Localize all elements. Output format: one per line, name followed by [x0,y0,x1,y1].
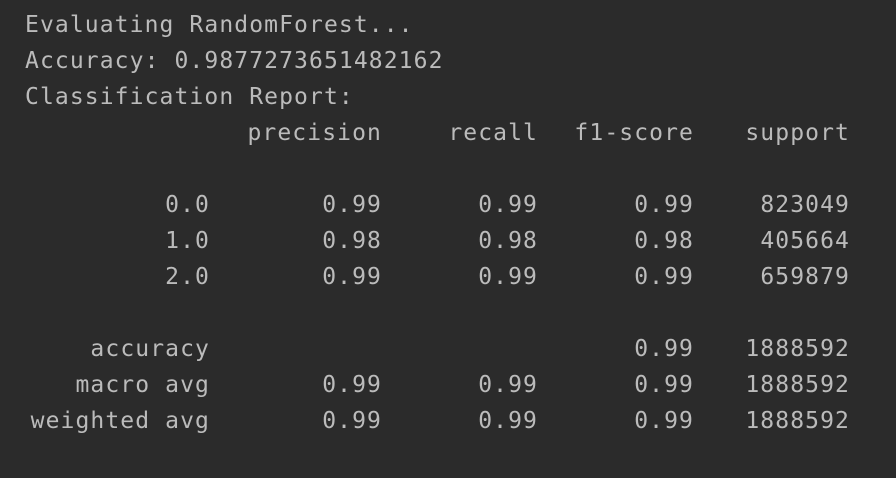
row-recall: 0.99 [478,264,538,290]
row-precision: 0.99 [322,192,382,218]
summary-label: macro avg [75,372,210,398]
summary-precision: 0.99 [322,408,382,434]
report-row: 0.0 0.99 0.99 0.99 823049 [0,187,896,223]
header-recall: recall [448,120,538,146]
summary-support: 1888592 [745,372,850,398]
row-f1-score: 0.99 [634,264,694,290]
summary-f1-score: 0.99 [634,372,694,398]
console-line-report-title: Classification Report: [25,84,354,110]
row-label: 1.0 [165,228,210,254]
summary-f1-score: 0.99 [634,336,694,362]
console-line-accuracy: Accuracy: 0.9877273651482162 [25,48,444,74]
console-line-evaluating: Evaluating RandomForest... [25,12,414,38]
row-f1-score: 0.98 [634,228,694,254]
summary-support: 1888592 [745,408,850,434]
summary-label: weighted avg [30,408,210,434]
report-row: 1.0 0.98 0.98 0.98 405664 [0,223,896,259]
row-f1-score: 0.99 [634,192,694,218]
row-support: 823049 [760,192,850,218]
header-support: support [745,120,850,146]
console-output[interactable]: Evaluating RandomForest... Accuracy: 0.9… [0,0,896,478]
header-precision: precision [247,120,382,146]
row-recall: 0.99 [478,192,538,218]
row-support: 405664 [760,228,850,254]
row-label: 2.0 [165,264,210,290]
summary-precision: 0.99 [322,372,382,398]
summary-f1-score: 0.99 [634,408,694,434]
summary-recall: 0.99 [478,372,538,398]
summary-support: 1888592 [745,336,850,362]
report-summary-row: macro avg 0.99 0.99 0.99 1888592 [0,367,896,403]
row-label: 0.0 [165,192,210,218]
row-precision: 0.98 [322,228,382,254]
report-summary-row: accuracy 0.99 1888592 [0,331,896,367]
report-summary-row: weighted avg 0.99 0.99 0.99 1888592 [0,403,896,439]
row-support: 659879 [760,264,850,290]
summary-label: accuracy [90,336,210,362]
row-recall: 0.98 [478,228,538,254]
report-header-row: precision recall f1-score support [0,115,896,151]
summary-recall: 0.99 [478,408,538,434]
header-f1-score: f1-score [574,120,694,146]
row-precision: 0.99 [322,264,382,290]
report-row: 2.0 0.99 0.99 0.99 659879 [0,259,896,295]
